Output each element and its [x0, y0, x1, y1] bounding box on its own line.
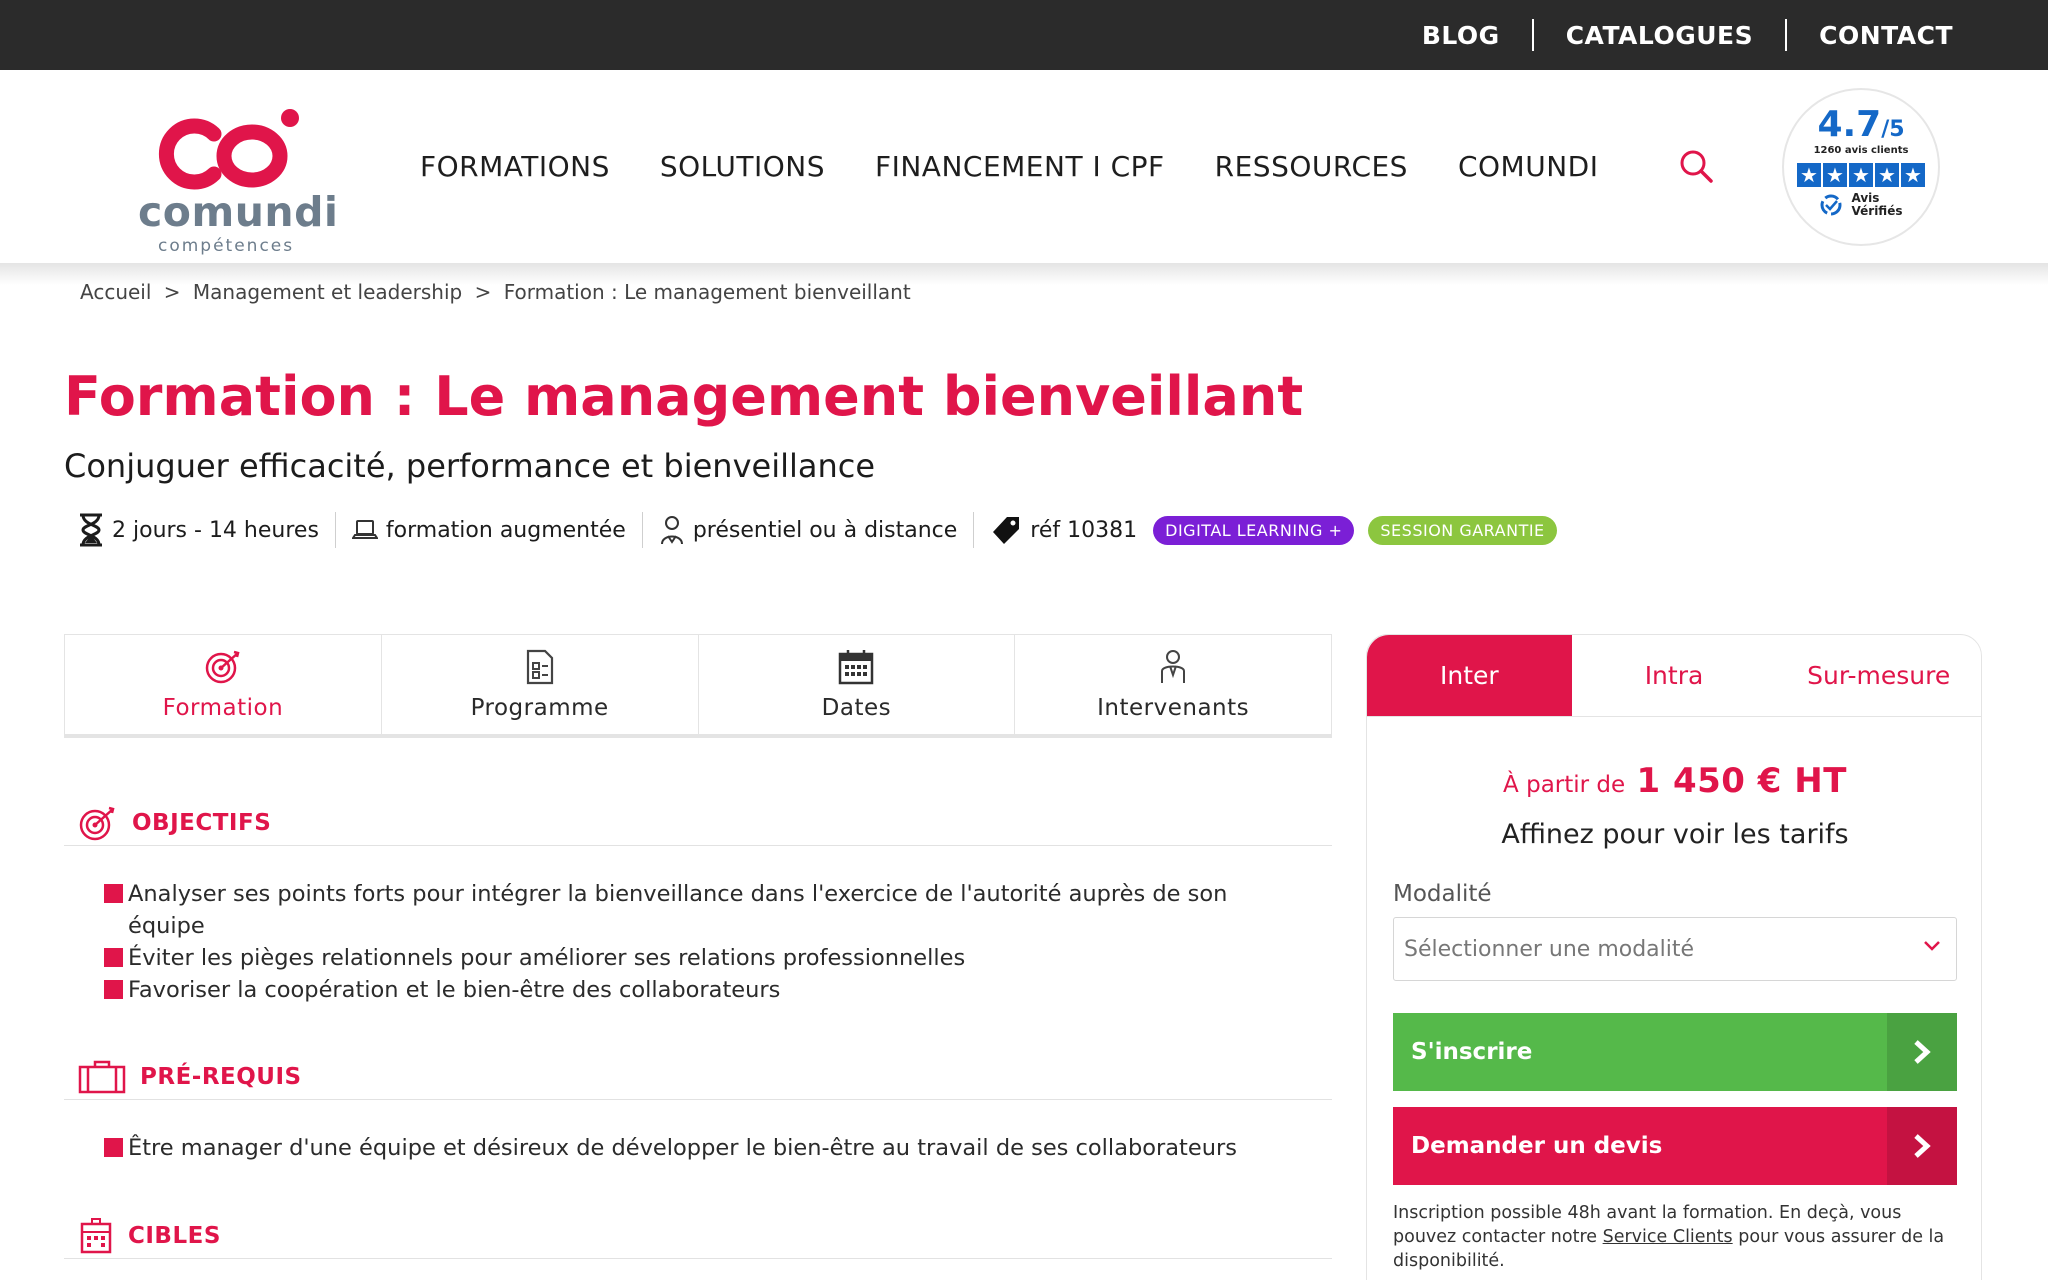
tab-intra[interactable]: Intra [1572, 635, 1777, 716]
session-garantie-badge: SESSION GARANTIE [1368, 515, 1557, 545]
inscription-note: Inscription possible 48h avant la format… [1393, 1203, 1945, 1271]
target-icon [205, 650, 240, 684]
section-cibles-header: CIBLES [64, 1213, 1332, 1259]
star-icon: ★ [1849, 163, 1873, 187]
avis-verifies-logo: Avis Vérifiés [1784, 192, 1938, 218]
search-icon[interactable] [1678, 148, 1714, 184]
tab-formation[interactable]: Formation [65, 635, 382, 734]
modalite-placeholder: Sélectionner une modalité [1404, 936, 1695, 962]
tab-intervenants[interactable]: Intervenants [1015, 635, 1331, 734]
tab-dates[interactable]: Dates [699, 635, 1016, 734]
price-prefix: À partir de [1503, 772, 1626, 798]
meta-duration: 2 jours - 14 heures [78, 513, 319, 547]
top-bar: BLOG CATALOGUES CONTACT [0, 0, 2048, 70]
logo-sub-text: compétences [158, 236, 295, 256]
breadcrumb-current: Formation : Le management bienveillant [503, 280, 911, 304]
star-icon: ★ [1875, 163, 1899, 187]
section-prerequis-title: PRÉ-REQUIS [140, 1063, 302, 1090]
pricing-panel: Inter Intra Sur-mesure À partir de 1 450… [1366, 634, 1982, 1280]
speaker-icon [1161, 650, 1186, 683]
list-item: Être manager d'une équipe et désireux de… [104, 1132, 1304, 1164]
logo-brand-text: comundi [138, 188, 339, 236]
chevron-right-icon [1887, 1013, 1957, 1091]
meta-type: formation augmentée [351, 518, 626, 543]
nav-solutions[interactable]: SOLUTIONS [660, 150, 825, 183]
top-link-blog[interactable]: BLOG [1390, 21, 1532, 50]
meta-divider [973, 512, 975, 548]
section-objectifs-title: OBJECTIFS [132, 809, 272, 836]
person-icon [660, 516, 683, 545]
breadcrumb-separator: > [474, 280, 492, 304]
modalite-label: Modalité [1393, 881, 1492, 907]
tab-programme[interactable]: Programme [382, 635, 699, 734]
breadcrumb-separator: > [163, 280, 181, 304]
section-prerequis-header: PRÉ-REQUIS [64, 1054, 1332, 1100]
prerequis-list: Être manager d'une équipe et désireux de… [104, 1132, 1304, 1164]
price-value: 1 450 € HT [1636, 761, 1847, 801]
top-links: BLOG CATALOGUES CONTACT [1390, 0, 1953, 70]
pricing-tabs: Inter Intra Sur-mesure [1367, 635, 1981, 717]
document-icon [526, 649, 553, 685]
page-title: Formation : Le management bienveillant [64, 365, 1304, 428]
breadcrumb-category[interactable]: Management et leadership [193, 280, 462, 304]
star-icon: ★ [1823, 163, 1847, 187]
meta-divider [334, 512, 336, 548]
meta-mode: présentiel ou à distance [659, 514, 957, 546]
nav-comundi[interactable]: COMUNDI [1458, 150, 1599, 183]
list-item: Éviter les pièges relationnels pour amél… [104, 942, 1304, 974]
tag-icon [993, 517, 1020, 544]
building-icon [80, 1217, 112, 1253]
hourglass-icon [80, 513, 102, 547]
section-cibles-title: CIBLES [128, 1222, 221, 1249]
chevron-right-icon [1887, 1107, 1957, 1185]
target-icon [79, 806, 115, 840]
meta-reference: réf 10381 [990, 514, 1137, 546]
rating-score: 4.7/5 [1817, 104, 1905, 145]
nav-formations[interactable]: FORMATIONS [420, 150, 610, 183]
briefcase-icon [78, 1060, 126, 1093]
refine-text: Affinez pour voir les tarifs [1501, 819, 1849, 850]
price-line: À partir de 1 450 € HT [1367, 761, 1983, 801]
course-meta: 2 jours - 14 heures formation augmentée … [78, 512, 1557, 548]
section-objectifs-header: OBJECTIFS [64, 800, 1332, 846]
nav-financement-cpf[interactable]: FINANCEMENT I CPF [875, 150, 1165, 183]
rating-count: 1260 avis clients [1813, 145, 1909, 156]
star-icon: ★ [1797, 163, 1821, 187]
service-clients-link[interactable]: Service Clients [1603, 1227, 1733, 1247]
inscrire-button[interactable]: S'inscrire [1393, 1013, 1957, 1091]
main-nav: FORMATIONS SOLUTIONS FINANCEMENT I CPF R… [420, 70, 1598, 263]
list-item: Favoriser la coopération et le bien-être… [104, 974, 1304, 1006]
calendar-icon [839, 650, 874, 685]
star-icon: ★ [1901, 163, 1925, 187]
page-subtitle: Conjuguer efficacité, performance et bie… [64, 447, 876, 485]
demander-devis-button[interactable]: Demander un devis [1393, 1107, 1957, 1185]
comundi-logo[interactable]: comundi compétences [138, 104, 338, 256]
breadcrumb: Accueil > Management et leadership > For… [80, 280, 917, 304]
meta-divider [641, 512, 643, 548]
nav-ressources[interactable]: RESSOURCES [1215, 150, 1408, 183]
tab-sur-mesure[interactable]: Sur-mesure [1776, 635, 1981, 716]
laptop-icon [351, 520, 378, 539]
list-item: Analyser ses points forts pour intégrer … [104, 878, 1304, 942]
rating-stars: ★ ★ ★ ★ ★ [1784, 163, 1938, 187]
course-tabs: Formation Programme Dates Intervenants [64, 634, 1332, 738]
digital-learning-badge: DIGITAL LEARNING + [1153, 515, 1355, 545]
chevron-down-icon [1924, 941, 1940, 951]
site-header: comundi compétences FORMATIONS SOLUTIONS… [0, 70, 2048, 263]
breadcrumb-home[interactable]: Accueil [80, 280, 151, 304]
logo-mark-icon [158, 109, 299, 190]
modalite-select[interactable]: Sélectionner une modalité [1393, 917, 1957, 981]
tab-inter[interactable]: Inter [1367, 635, 1572, 716]
objectifs-list: Analyser ses points forts pour intégrer … [104, 878, 1304, 1006]
top-link-contact[interactable]: CONTACT [1787, 21, 1953, 50]
avis-verifies-icon [1820, 194, 1841, 216]
avis-verifies-rating-badge[interactable]: 4.7/5 1260 avis clients ★ ★ ★ ★ ★ Avis Vé… [1782, 88, 1940, 246]
top-link-catalogues[interactable]: CATALOGUES [1534, 21, 1785, 50]
